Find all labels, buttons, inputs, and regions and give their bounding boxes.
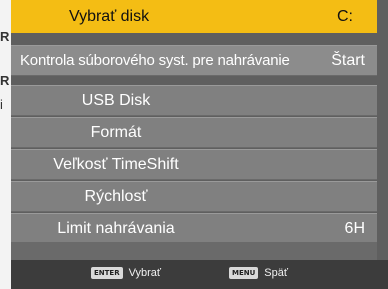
background-text-fragment: R (0, 29, 10, 44)
background-text-fragment: R (0, 73, 10, 88)
menu-item-label: Veľkosť TimeShift (53, 156, 179, 173)
select-hint-label: Vybrať (128, 267, 162, 279)
menu-key-icon: MENU (229, 267, 259, 279)
menu-item-value: C: (337, 8, 353, 25)
menu-item-value: 6H (344, 220, 365, 237)
menu-item-file-system-check[interactable]: Kontrola súborového syst. pre nahrávanie… (11, 45, 377, 76)
menu-spacer (11, 242, 377, 260)
menu-item-format[interactable]: Formát (11, 117, 377, 148)
menu-item-label: Vybrať disk (69, 8, 150, 25)
menu-item-select-disk[interactable]: Vybrať disk C: (11, 0, 377, 33)
menu-item-usb-disk[interactable]: USB Disk (11, 85, 377, 116)
menu-item-label: Rýchlosť (84, 188, 148, 205)
select-hint[interactable]: ENTER Vybrať (91, 267, 161, 279)
back-hint-label: Späť (264, 267, 288, 279)
menu-item-value: Štart (331, 52, 365, 69)
background-text-fragment: i (0, 97, 3, 112)
pvr-settings-menu: Vybrať disk C: Kontrola súborového syst.… (11, 0, 388, 289)
menu-item-label: Kontrola súborového syst. pre nahrávanie (20, 52, 290, 69)
menu-item-label: USB Disk (81, 92, 151, 109)
enter-key-icon: ENTER (91, 267, 123, 279)
menu-footer: ENTER Vybrať MENU Späť (11, 260, 388, 289)
menu-item-timeshift-size[interactable]: Veľkosť TimeShift (11, 149, 377, 180)
menu-item-recording-limit[interactable]: Limit nahrávania 6H (11, 213, 377, 244)
back-hint[interactable]: MENU Späť (229, 267, 288, 279)
menu-item-speed[interactable]: Rýchlosť (11, 181, 377, 212)
menu-item-label: Limit nahrávania (57, 220, 175, 237)
menu-item-label: Formát (90, 124, 142, 141)
